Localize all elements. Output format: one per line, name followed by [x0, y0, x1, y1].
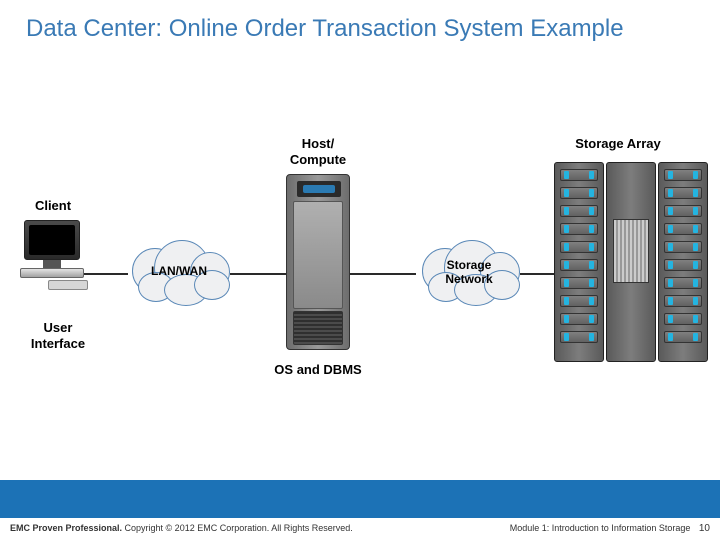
- footer-text: EMC Proven Professional. Copyright © 201…: [10, 523, 710, 534]
- keyboard-icon: [48, 280, 88, 290]
- page-number: 10: [699, 523, 710, 534]
- server-body: [293, 201, 343, 309]
- storage-rack-mid: [606, 162, 656, 362]
- server-tower: [286, 174, 350, 350]
- storage-rack-left: [554, 162, 604, 362]
- server-grill: [293, 311, 343, 345]
- footer-brand: EMC Proven Professional.: [10, 523, 122, 533]
- conn-lan-server: [230, 273, 286, 275]
- label-os-dbms: OS and DBMS: [258, 362, 378, 378]
- cloud-lan-wan: LAN/WAN: [124, 238, 234, 302]
- label-user-interface: User Interface: [18, 320, 98, 351]
- cloud-storage-network: Storage Network: [414, 238, 524, 302]
- footer-band: [0, 480, 720, 518]
- storage-mid-panel: [613, 219, 649, 283]
- server-top-unit: [297, 181, 341, 197]
- label-lan-wan: LAN/WAN: [124, 264, 234, 278]
- slide-title: Data Center: Online Order Transaction Sy…: [0, 0, 720, 44]
- footer-copyright: Copyright © 2012 EMC Corporation. All Ri…: [122, 523, 353, 533]
- monitor-stand: [43, 260, 61, 268]
- label-storage-network: Storage Network: [414, 258, 524, 286]
- label-client: Client: [28, 198, 78, 214]
- diagram-canvas: Host/ Compute Storage Array Client LAN/W…: [0, 80, 720, 460]
- desktop-base: [20, 268, 84, 278]
- storage-rack-right: [658, 162, 708, 362]
- footer-module: Module 1: Introduction to Information St…: [510, 523, 691, 533]
- label-host-compute: Host/ Compute: [278, 136, 358, 167]
- monitor-icon: [24, 220, 80, 260]
- conn-san-array: [520, 273, 554, 275]
- conn-server-san: [350, 273, 416, 275]
- label-storage-array: Storage Array: [558, 136, 678, 152]
